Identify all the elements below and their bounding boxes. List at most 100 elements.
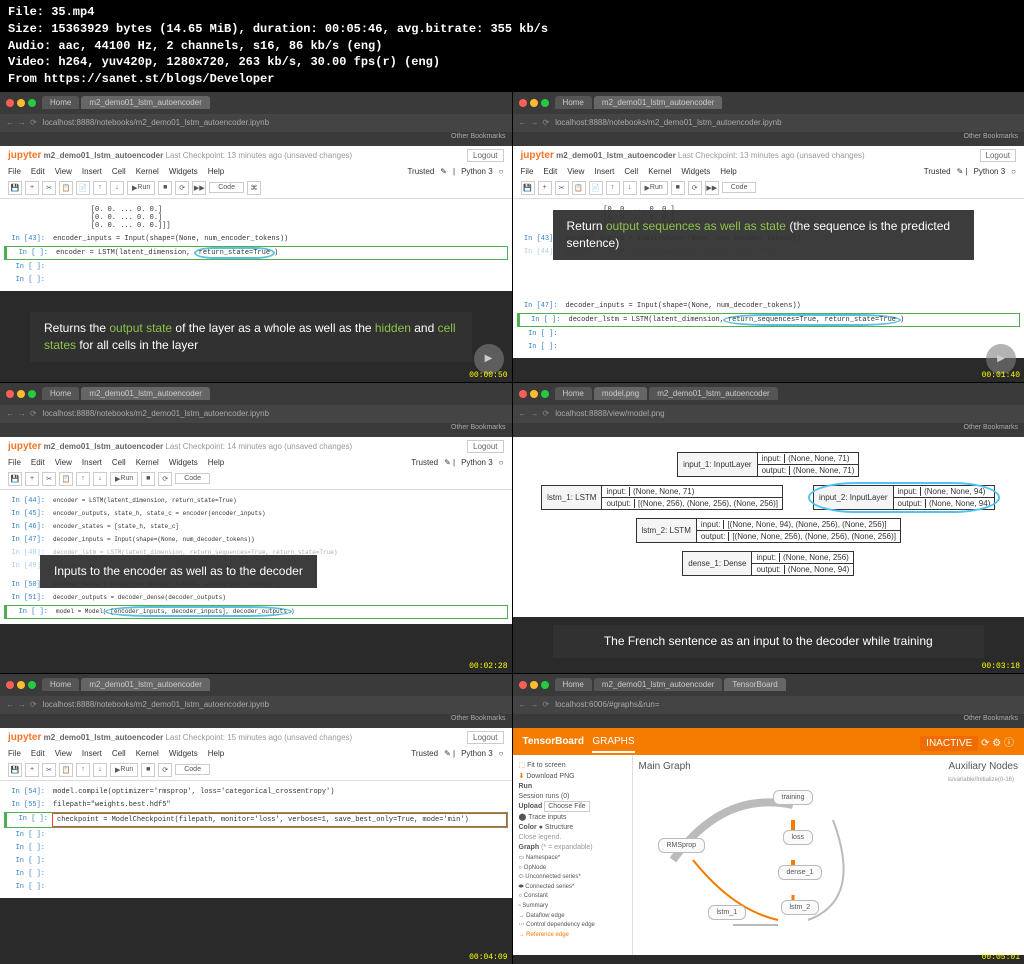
address-bar[interactable]: ← → ⟳ localhost:8888/notebooks/m2_demo01_l… xyxy=(0,114,512,132)
close-icon[interactable] xyxy=(519,99,527,107)
highlighted-code[interactable]: checkpoint = ModelCheckpoint(filepath, m… xyxy=(52,813,507,827)
minimize-icon[interactable] xyxy=(530,99,538,107)
timestamp: 00:00:50 xyxy=(469,371,507,380)
play-icon[interactable]: ▶ xyxy=(986,344,1016,374)
file-video: Video: h264, yuv420p, 1280x720, 263 kb/s… xyxy=(8,54,1016,71)
thumbnail-6: Homem2_demo01_lstm_autoencoderTensorBoar… xyxy=(513,674,1024,964)
timestamp: 00:03:18 xyxy=(982,662,1020,671)
tensorboard-header: TensorBoard GRAPHS INACTIVE ⟳ ⚙ ⓘ xyxy=(513,728,1024,755)
aux-node-init[interactable]: is/variable/Initialize(0-16) xyxy=(948,777,1014,783)
menu-help[interactable]: Help xyxy=(208,167,224,176)
menu-cell[interactable]: Cell xyxy=(112,167,126,176)
stop-icon[interactable]: ■ xyxy=(158,181,172,195)
cut-icon[interactable]: ✂ xyxy=(42,181,56,195)
menu-kernel[interactable]: Kernel xyxy=(136,167,159,176)
node-rmsprop[interactable]: RMSprop xyxy=(658,838,706,853)
node-training[interactable]: training xyxy=(773,790,814,805)
tab-tensorboard[interactable]: TensorBoard xyxy=(724,678,785,691)
layer-lstm1: lstm_1: LSTMinput:(None, None, 71)output… xyxy=(541,485,783,510)
down-icon[interactable]: ↓ xyxy=(110,181,124,195)
checkpoint-text: Last Checkpoint: 13 minutes ago (unsaved… xyxy=(165,151,352,160)
tab-notebook[interactable]: m2_demo01_lstm_autoencoder xyxy=(594,96,723,109)
forward-icon[interactable]: → xyxy=(18,118,26,127)
tab-notebook[interactable]: m2_demo01_lstm_autoencoder xyxy=(81,96,210,109)
thumbnail-1: Home m2_demo01_lstm_autoencoder ← → ⟳ loca… xyxy=(0,92,512,382)
fit-icon[interactable]: ⬚ xyxy=(519,762,526,769)
bookmarks-bar[interactable]: Other Bookmarks xyxy=(0,132,512,146)
download-icon[interactable]: ⬇ xyxy=(519,773,525,780)
inactive-badge[interactable]: INACTIVE xyxy=(920,736,978,751)
run-button[interactable]: ▶ Run xyxy=(127,181,155,195)
minimize-icon[interactable] xyxy=(17,99,25,107)
thumbnail-3: Homem2_demo01_lstm_autoencoder ←→⟳localh… xyxy=(0,383,512,673)
reload-icon[interactable]: ⟳ xyxy=(981,738,989,749)
caption-overlay: Return output sequences as well as state… xyxy=(553,210,975,260)
file-size: Size: 15363929 bytes (14.65 MiB), durati… xyxy=(8,21,1016,38)
toggle-icon[interactable]: ⬤ xyxy=(519,814,527,821)
menu-edit[interactable]: Edit xyxy=(31,167,45,176)
cell-prompt: In [43]: xyxy=(4,233,49,245)
cell-code[interactable]: encoder_inputs = Input(shape=(None, num_… xyxy=(49,233,508,245)
reload-icon[interactable]: ⟳ xyxy=(543,118,550,127)
cell-code[interactable]: encoder = LSTM(latent_dimension, return_… xyxy=(52,247,507,259)
play-icon[interactable]: ▶ xyxy=(474,344,504,374)
menu-file[interactable]: File xyxy=(8,167,21,176)
timestamp: 00:05:01 xyxy=(982,953,1020,962)
browser-tab-bar: Home m2_demo01_lstm_autoencoder xyxy=(0,92,512,114)
add-cell-icon[interactable]: + xyxy=(25,181,39,195)
file-audio: Audio: aac, 44100 Hz, 2 channels, s16, 8… xyxy=(8,38,1016,55)
url-text: localhost:6006/#graphs&run= xyxy=(555,700,659,709)
annotation-circle: [encoder_inputs, decoder_inputs], decode… xyxy=(105,606,291,617)
url-text: localhost:8888/view/model.png xyxy=(555,409,664,418)
menu-widgets[interactable]: Widgets xyxy=(169,167,198,176)
tab-home[interactable]: Home xyxy=(42,96,79,109)
command-icon[interactable]: ⌘ xyxy=(247,181,261,195)
thumbnail-2: Homem2_demo01_lstm_autoencoder ←→⟳localh… xyxy=(513,92,1024,382)
back-icon[interactable]: ← xyxy=(519,118,527,127)
close-icon[interactable] xyxy=(6,99,14,107)
node-lstm2[interactable]: lstm_2 xyxy=(781,900,820,915)
node-loss[interactable]: loss xyxy=(783,830,813,845)
tensorboard-graph[interactable]: Main Graph Auxiliary Nodes is/variable/I… xyxy=(633,755,1024,955)
file-source: From https://sanet.st/blogs/Developer xyxy=(8,71,1016,88)
choose-file-button[interactable]: Choose File xyxy=(544,801,589,812)
settings-icon[interactable]: ⚙ xyxy=(992,738,1001,749)
output-text: [0. 0. ... 0. 0.] [0. 0. ... 0. 0.] [0. … xyxy=(49,204,508,232)
maximize-icon[interactable] xyxy=(541,99,549,107)
jupyter-logo: jupyter xyxy=(8,150,41,161)
copy-icon[interactable]: 📋 xyxy=(59,181,73,195)
menu-insert[interactable]: Insert xyxy=(82,167,102,176)
tab-model[interactable]: model.png xyxy=(594,387,647,400)
cell-type-select[interactable]: Code xyxy=(209,182,244,193)
jupyter-header: jupyter m2_demo01_lstm_autoencoder Last … xyxy=(0,146,512,165)
tab-graphs[interactable]: GRAPHS xyxy=(592,736,634,753)
back-icon[interactable]: ← xyxy=(6,118,14,127)
maximize-icon[interactable] xyxy=(28,99,36,107)
bookmarks-bar[interactable]: Other Bookmarks xyxy=(513,132,1024,146)
forward-icon[interactable]: → xyxy=(531,118,539,127)
logout-button[interactable]: Logout xyxy=(980,149,1016,162)
layer-input2-circled: input_2: InputLayerinput:(None, None, 94… xyxy=(813,485,995,510)
restart-icon[interactable]: ⟳ xyxy=(175,181,189,195)
menu-view[interactable]: View xyxy=(55,167,72,176)
reload-icon[interactable]: ⟳ xyxy=(30,118,37,127)
cell-prompt: In [ ]: xyxy=(4,274,49,286)
up-icon[interactable]: ↑ xyxy=(93,181,107,195)
save-icon[interactable]: 💾 xyxy=(8,181,22,195)
thumbnail-4: Homemodel.pngm2_demo01_lstm_autoencoder … xyxy=(513,383,1024,673)
notebook-title[interactable]: m2_demo01_lstm_autoencoder xyxy=(44,151,164,160)
node-dense[interactable]: dense_1 xyxy=(778,865,823,880)
fastforward-icon[interactable]: ▶▶ xyxy=(192,181,206,195)
jupyter-toolbar: 💾+✂📋📄↑↓▶ Run■⟳▶▶Code⌘ xyxy=(0,178,512,199)
info-icon[interactable]: ⓘ xyxy=(1004,738,1014,749)
thumbnail-5: Homem2_demo01_lstm_autoencoder ←→⟳localh… xyxy=(0,674,512,964)
timestamp: 00:02:28 xyxy=(469,662,507,671)
tab-home[interactable]: Home xyxy=(555,96,592,109)
edit-icon[interactable]: ✎ xyxy=(440,167,447,176)
tensorboard-title: TensorBoard xyxy=(523,736,585,747)
node-lstm1[interactable]: lstm_1 xyxy=(708,905,747,920)
logout-button[interactable]: Logout xyxy=(467,149,503,162)
kernel-name[interactable]: Python 3 xyxy=(461,167,493,176)
url-text: localhost:8888/notebooks/m2_demo01_lstm_… xyxy=(43,118,269,127)
paste-icon[interactable]: 📄 xyxy=(76,181,90,195)
